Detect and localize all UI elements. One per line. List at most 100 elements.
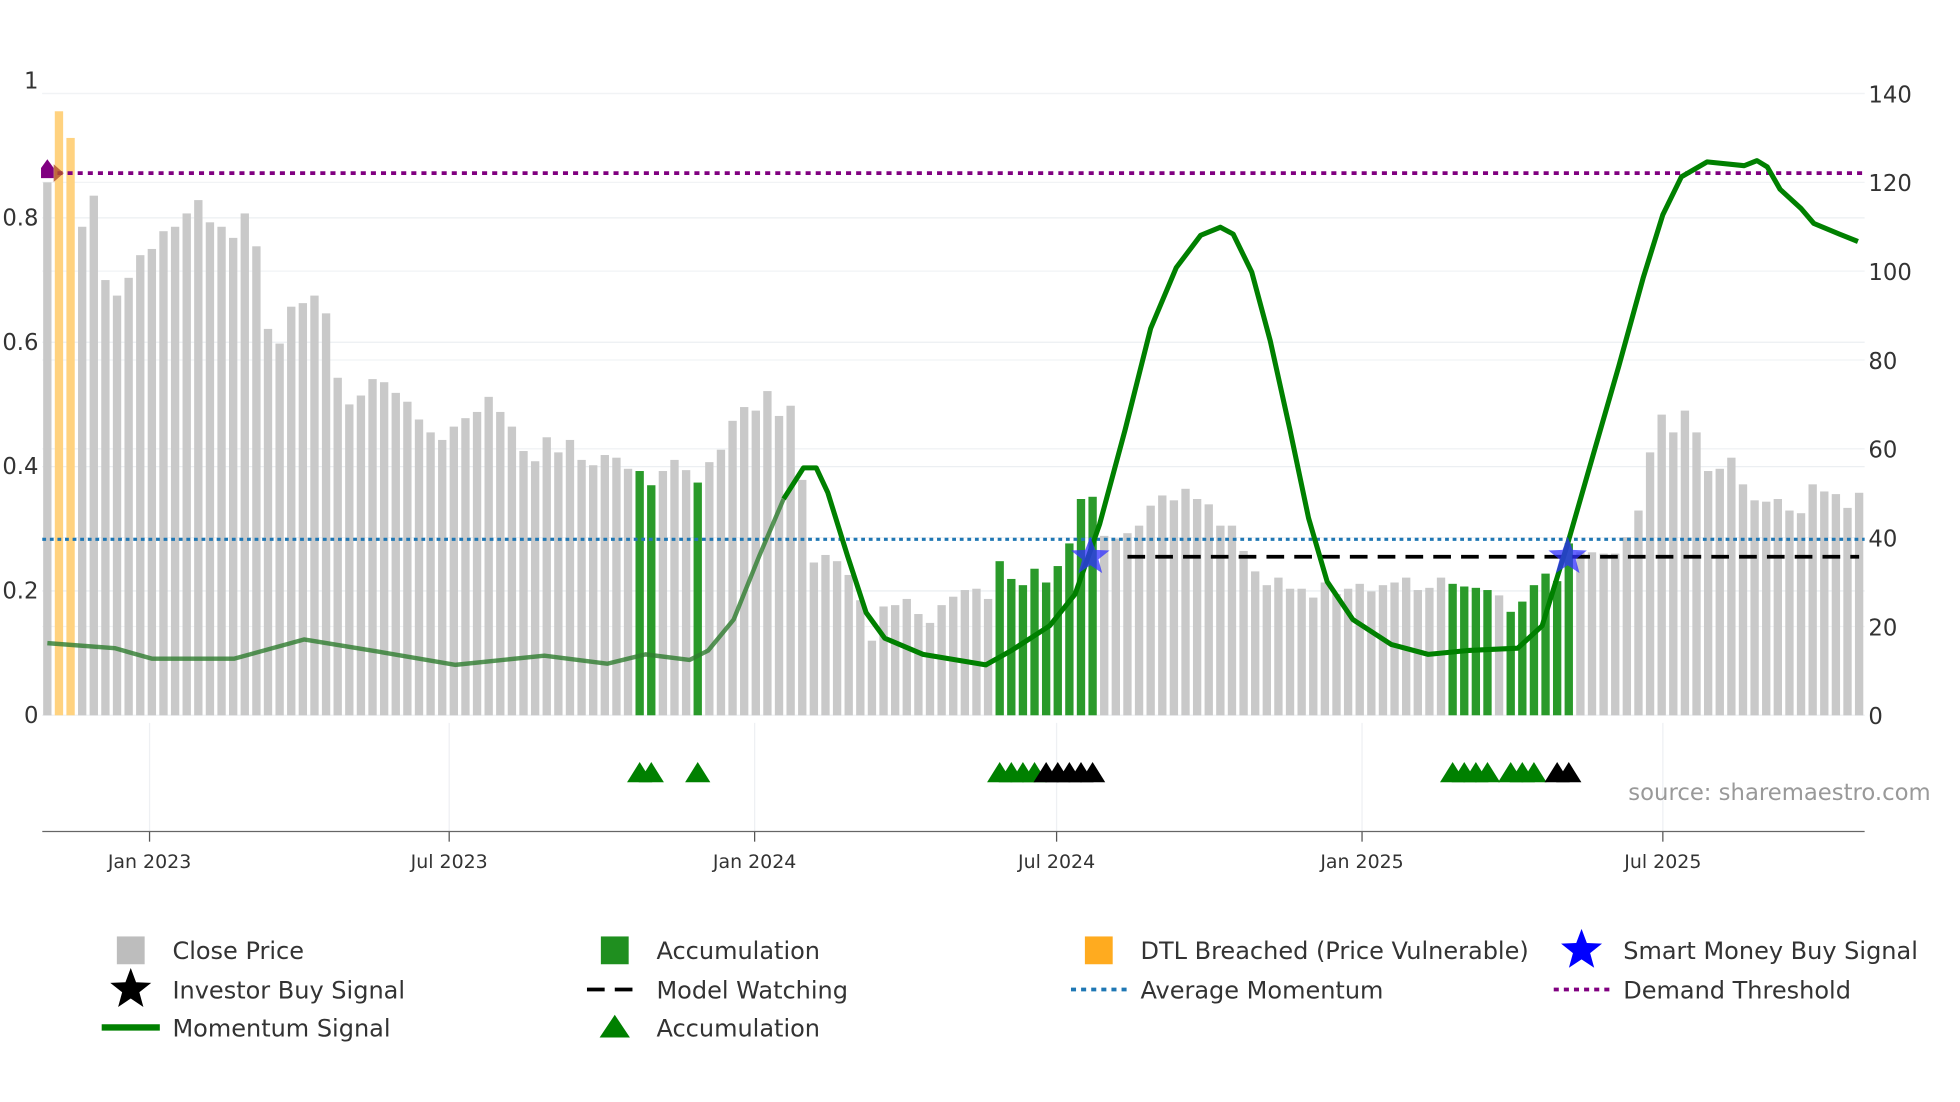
close-price-bar — [287, 306, 296, 716]
right-tick-label: 60 — [1868, 438, 1897, 464]
close-price-bar — [600, 455, 609, 716]
close-price-bar — [879, 606, 888, 716]
close-price-bar — [205, 222, 215, 716]
close-price-bar — [1390, 582, 1399, 716]
close-price-bar — [1773, 499, 1782, 716]
legend-square-icon — [116, 936, 145, 965]
accumulation-bar — [1053, 566, 1062, 716]
accumulation-bar — [1506, 611, 1515, 716]
close-price-bar — [368, 379, 377, 716]
close-price-bar — [1158, 495, 1167, 716]
close-price-bar — [832, 561, 842, 716]
close-price-bar — [705, 462, 714, 716]
close-price-bar — [960, 590, 970, 716]
close-price-bar — [275, 343, 284, 716]
close-price-bar — [681, 470, 691, 716]
close-price-bar — [321, 313, 331, 716]
left-tick-label: 1 — [24, 68, 38, 94]
close-price-bar — [159, 231, 168, 716]
close-price-bar — [1820, 491, 1829, 716]
legend-label: Investor Buy Signal — [172, 976, 405, 1004]
close-price-bar — [136, 255, 145, 716]
close-price-bar — [1494, 595, 1504, 716]
close-price-bar — [507, 426, 517, 716]
close-price-bar — [786, 405, 795, 716]
close-price-bar — [565, 439, 575, 716]
close-price-bar — [1100, 535, 1109, 716]
close-price-bar — [554, 452, 563, 716]
close-price-bar — [147, 248, 157, 716]
close-price-bar — [89, 195, 98, 716]
legend-label: Model Watching — [656, 976, 848, 1004]
close-price-bar — [1134, 525, 1144, 716]
close-price-bar — [1715, 468, 1724, 716]
close-price-bar — [670, 459, 679, 716]
close-price-bar — [890, 605, 900, 716]
right-tick-label: 80 — [1868, 349, 1897, 375]
close-price-bar — [333, 377, 342, 716]
x-tick-label: Jul 2024 — [1017, 851, 1095, 873]
close-price-bar — [484, 396, 493, 716]
close-price-bar — [589, 465, 598, 716]
close-price-bar — [1750, 500, 1759, 716]
x-tick-label: Jan 2023 — [107, 851, 191, 873]
close-price-bar — [472, 411, 482, 716]
close-price-bar — [1274, 577, 1283, 716]
close-price-bar — [1622, 537, 1632, 716]
x-tick-label: Jan 2024 — [712, 851, 796, 873]
close-price-bar — [240, 213, 249, 716]
close-price-bar — [612, 457, 621, 716]
accumulation-bar — [1483, 590, 1492, 716]
close-price-bar — [228, 237, 238, 716]
legend-label: Demand Threshold — [1623, 976, 1851, 1004]
close-price-bar — [623, 468, 633, 716]
close-price-bar — [438, 439, 447, 716]
legend-star-icon — [1561, 928, 1603, 968]
accumulation-bar — [1041, 582, 1051, 716]
accumulation-bar — [1541, 573, 1550, 716]
close-price-bar — [925, 622, 935, 716]
close-price-bar — [1192, 499, 1202, 716]
demand-threshold-marker — [41, 159, 54, 179]
right-tick-label: 120 — [1868, 171, 1911, 197]
x-tick-label: Jan 2025 — [1319, 851, 1403, 873]
close-price-bar — [867, 640, 877, 716]
left-tick-label: 0.6 — [2, 330, 38, 356]
close-price-bar — [577, 459, 586, 716]
legend-label: Close Price — [172, 937, 304, 965]
close-price-bar — [1123, 533, 1132, 716]
close-price-bar — [1239, 550, 1248, 716]
close-price-bar — [716, 449, 726, 716]
close-price-bar — [1645, 452, 1655, 716]
close-price-bar — [902, 598, 911, 716]
close-price-bar — [1297, 588, 1306, 716]
close-price-bar — [1831, 494, 1841, 716]
close-price-bar — [1309, 597, 1318, 716]
close-price-bar — [1227, 525, 1237, 716]
legend-label: Accumulation — [656, 1014, 820, 1042]
close-price-bar — [426, 432, 435, 716]
source-label: source: sharemaestro.com — [1628, 780, 1930, 806]
close-price-bar — [1367, 591, 1376, 716]
close-price-bar — [1169, 500, 1179, 716]
close-price-bar — [356, 395, 366, 716]
legend-label: Accumulation — [656, 937, 820, 965]
close-price-bar — [1854, 492, 1864, 716]
close-price-bar — [542, 437, 551, 716]
legend-star-icon — [110, 968, 152, 1007]
close-price-bar — [1785, 510, 1794, 716]
close-price-bar — [1738, 484, 1748, 716]
close-price-bar — [1285, 588, 1295, 716]
close-price-bar — [1657, 414, 1666, 716]
close-price-bar — [1251, 571, 1260, 716]
legend-triangle-icon — [599, 1014, 630, 1038]
close-price-bar — [1796, 513, 1806, 716]
accumulation-bar — [1076, 499, 1086, 716]
close-price-bar — [821, 554, 830, 716]
close-price-bar — [658, 471, 668, 716]
close-price-bar — [1587, 552, 1597, 716]
close-price-bar — [43, 182, 52, 716]
x-tick-label: Jul 2025 — [1623, 851, 1701, 873]
accumulation-bar — [693, 482, 702, 716]
close-price-bar — [1181, 488, 1190, 716]
